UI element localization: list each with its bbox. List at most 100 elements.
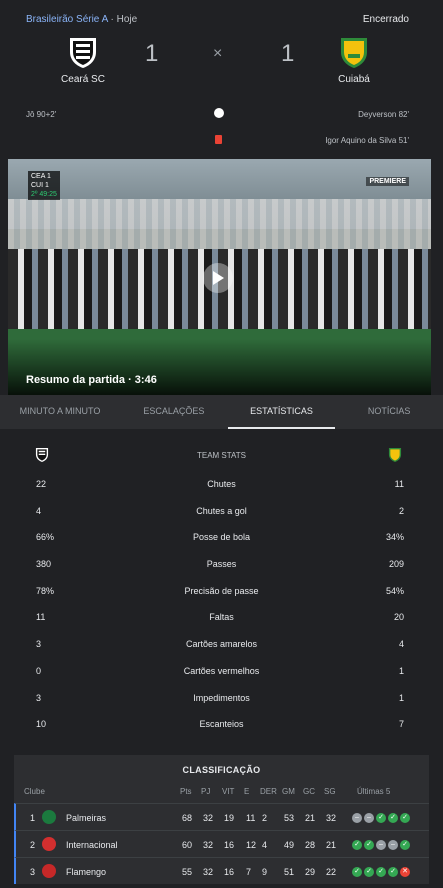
col-pj: 32: [203, 840, 214, 850]
win-icon: ✓: [364, 840, 374, 850]
col-gm: 51: [284, 867, 295, 877]
away-goal-event: Deyverson 82': [358, 110, 409, 119]
position: 1: [30, 813, 36, 823]
header-e: E: [244, 787, 250, 796]
stat-row: 380 Passes 209: [0, 550, 443, 577]
col-e: 11: [246, 813, 256, 823]
last-five-form: ✓ ✓ – – ✓: [352, 840, 410, 850]
tab-minuto-a-minuto[interactable]: MINUTO A MINUTO: [0, 395, 120, 429]
tab-estatisticas[interactable]: ESTATÍSTICAS: [227, 395, 336, 429]
play-button[interactable]: [203, 263, 233, 293]
last-five-form: – – ✓ ✓ ✓: [352, 813, 410, 823]
away-card-event: Igor Aquino da Silva 51': [325, 136, 409, 145]
stat-name: Impedimentos: [193, 692, 250, 703]
win-icon: ✓: [400, 840, 410, 850]
header-gc: GC: [303, 787, 315, 796]
stat-name: Cartões vermelhos: [183, 665, 260, 676]
stat-name: Chutes: [207, 479, 236, 489]
stat-row: 11 Faltas 20: [0, 603, 443, 630]
scorebug-away: CUI 1: [31, 182, 49, 189]
match-highlights-video[interactable]: CEA 1 CUI 1 2º 49:25 PREMIERE Resumo da …: [8, 159, 431, 395]
col-gm: 49: [284, 840, 295, 850]
col-gc: 28: [305, 840, 316, 850]
win-icon: ✓: [352, 867, 362, 877]
home-goal-event: Jô 90+2': [26, 110, 57, 119]
home-team[interactable]: Ceará SC: [33, 36, 133, 85]
stat-away: 54%: [385, 585, 404, 596]
stat-name: Passes: [206, 559, 237, 570]
club-name[interactable]: Palmeiras: [66, 813, 106, 823]
col-sg: 32: [326, 813, 337, 823]
col-vit: 19: [224, 813, 235, 823]
position: 2: [30, 840, 36, 850]
stat-away: 2: [398, 505, 404, 516]
tab-escalacoes[interactable]: ESCALAÇÕES: [120, 395, 228, 429]
win-icon: ✓: [400, 813, 410, 823]
col-der: 9: [262, 867, 268, 877]
col-sg: 21: [326, 840, 337, 850]
club-logo-icon: [42, 837, 56, 851]
col-pts: 68: [182, 813, 193, 823]
win-icon: ✓: [376, 867, 386, 877]
header-gm: GM: [282, 787, 295, 796]
col-e: 7: [246, 867, 252, 877]
stat-row: 3 Cartões amarelos 4: [0, 630, 443, 657]
club-logo-icon: [42, 864, 56, 878]
score-separator: ×: [213, 45, 223, 62]
stat-away: 34%: [385, 532, 404, 543]
club-logo-icon: [42, 810, 56, 824]
stat-name: Faltas: [209, 612, 234, 623]
draw-icon: –: [352, 813, 362, 823]
tab-noticias[interactable]: NOTÍCIAS: [335, 395, 443, 429]
video-scorebug: CEA 1 CUI 1 2º 49:25: [28, 171, 60, 200]
col-gc: 21: [305, 813, 316, 823]
draw-icon: –: [388, 840, 398, 850]
match-tabs: MINUTO A MINUTO ESCALAÇÕES ESTATÍSTICAS …: [0, 395, 443, 429]
col-pts: 60: [182, 840, 193, 850]
col-gc: 29: [305, 867, 316, 877]
table-row[interactable]: 1 Palmeiras 68 32 19 11 2 53 21 32– – ✓ ✓ ✓: [14, 803, 429, 830]
stat-row: 0 Cartões vermelhos 1: [0, 657, 443, 684]
stat-name: Posse de bola: [192, 532, 251, 543]
team-stats: TEAM STATS 22 Chutes 11 4 Chutes a gol 2 66%…: [0, 440, 443, 737]
stat-name: Chutes a gol: [196, 505, 247, 516]
away-team[interactable]: Cuiabá: [304, 36, 404, 85]
table-row[interactable]: 3 Flamengo 55 32 16 7 9 51 29 22 ✓ ✓ ✓ ✓ ✕: [14, 857, 429, 884]
header-pj: PJ: [201, 787, 211, 796]
col-der: 4: [262, 840, 268, 850]
stat-name: Escanteios: [199, 719, 244, 730]
stat-name: Precisão de passe: [184, 585, 259, 596]
loss-icon: ✕: [400, 867, 410, 877]
stats-title: TEAM STATS: [196, 451, 247, 460]
home-team-name: Ceará SC: [61, 74, 105, 85]
draw-icon: –: [364, 813, 374, 823]
play-icon: [213, 271, 224, 285]
win-icon: ✓: [388, 813, 398, 823]
win-icon: ✓: [352, 840, 362, 850]
win-icon: ✓: [388, 867, 398, 877]
table-row[interactable]: 2 Internacional 60 32 16 12 4 49 28 21 ✓ ✓ – – ✓: [14, 830, 429, 857]
red-card-icon: [215, 135, 222, 144]
stat-row: 78% Precisão de passe 54%: [0, 577, 443, 604]
stat-away: 20: [393, 612, 404, 623]
match-header: Brasileirão Série A · Hoje Encerrado Cea…: [0, 0, 443, 150]
header-der: DER: [260, 787, 277, 796]
col-e: 12: [246, 840, 257, 850]
away-score: 1: [281, 40, 295, 67]
stat-row: 3 Impedimentos 1: [0, 684, 443, 711]
col-der: 2: [262, 813, 268, 823]
ceara-crest-icon: [66, 36, 100, 70]
col-sg: 22: [326, 867, 337, 877]
club-name[interactable]: Flamengo: [66, 867, 106, 877]
broadcaster-logo: PREMIERE: [366, 177, 409, 186]
position: 3: [30, 867, 36, 877]
league-name[interactable]: Brasileirão Série A: [26, 14, 108, 25]
match-status: Encerrado: [362, 14, 409, 25]
away-team-name: Cuiabá: [338, 74, 370, 85]
club-name[interactable]: Internacional: [66, 840, 118, 850]
stat-row: 10 Escanteios 7: [0, 710, 443, 737]
stats-header: TEAM STATS: [0, 440, 443, 470]
cuiaba-crest-icon: [337, 36, 371, 70]
video-title: Resumo da partida · 3:46: [26, 374, 157, 386]
col-pj: 32: [203, 867, 214, 877]
